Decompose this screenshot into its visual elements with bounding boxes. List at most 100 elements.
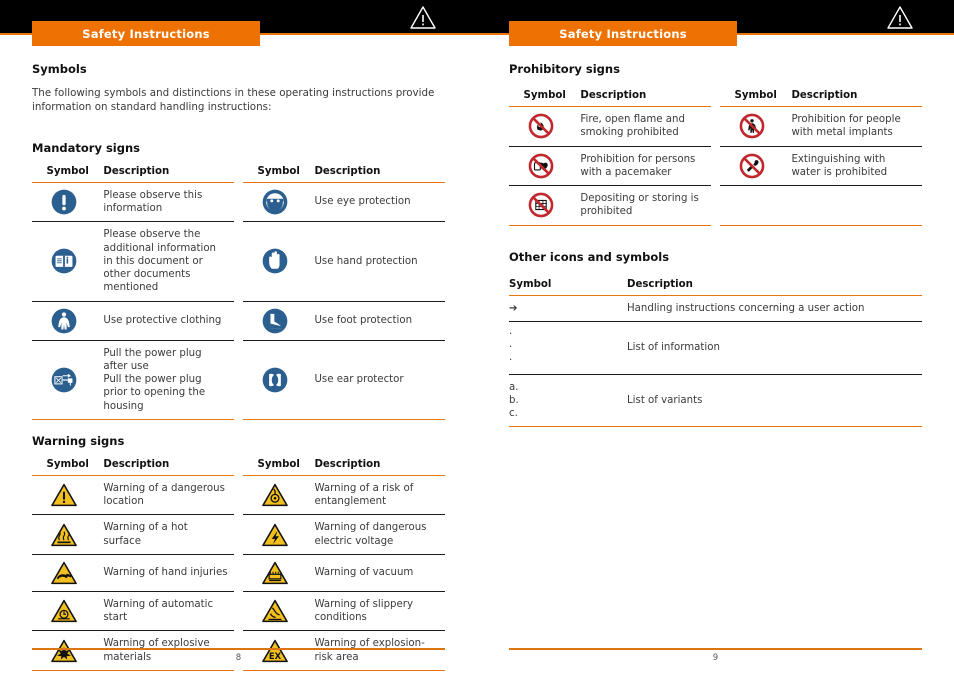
table-row: Warning of explosive materials EX Warnin… bbox=[32, 630, 445, 671]
column-gap bbox=[711, 186, 720, 226]
row-description: Extinguishing with water is prohibited bbox=[791, 146, 922, 186]
table-row: ➔ Handling instructions concerning a use… bbox=[509, 295, 922, 322]
column-gap bbox=[234, 166, 243, 183]
heading-mandatory-signs: Mandatory signs bbox=[32, 140, 141, 155]
col-header-symbol: Symbol bbox=[509, 278, 627, 296]
hand-protection-icon bbox=[243, 221, 315, 302]
column-gap bbox=[234, 459, 243, 476]
ear-protection-icon bbox=[243, 340, 315, 420]
row-description: Warning of hand injuries bbox=[103, 554, 234, 592]
heading-symbols: Symbols bbox=[32, 62, 87, 76]
no-metal-implants-icon bbox=[720, 106, 792, 147]
no-fire-no-smoking-icon bbox=[509, 106, 581, 147]
row-description: Please observe this information bbox=[103, 182, 234, 223]
table-other-icons: Symbol Description ➔ Handling instructio… bbox=[509, 278, 922, 428]
column-gap bbox=[711, 146, 720, 186]
col-header-description-1: Description bbox=[103, 165, 234, 183]
row-description: Warning of explosive materials bbox=[103, 630, 234, 671]
warning-vacuum-icon bbox=[243, 554, 315, 592]
col-header-description-1: Description bbox=[103, 458, 234, 476]
col-header-symbol-1: Symbol bbox=[509, 90, 581, 107]
table-header-row: Symbol Description Symbol Description bbox=[32, 458, 445, 476]
table-row: Depositing or storing is prohibited bbox=[509, 185, 922, 226]
table-row: Warning of automatic start Warning of sl… bbox=[32, 591, 445, 632]
col-header-symbol-1: Symbol bbox=[32, 458, 104, 476]
row-description: Use protective clothing bbox=[103, 301, 234, 341]
document-spread: Safety Instructions Symbols The followin… bbox=[0, 0, 954, 677]
col-header-description: Description bbox=[627, 278, 922, 296]
page-right-body: Prohibitory signs Symbol Description Sym… bbox=[477, 33, 954, 677]
row-description: Use foot protection bbox=[314, 301, 445, 341]
col-header-description-2: Description bbox=[314, 458, 445, 476]
row-description: Warning of slippery conditions bbox=[314, 591, 445, 632]
column-gap bbox=[711, 90, 720, 107]
col-header-symbol-2: Symbol bbox=[720, 90, 792, 107]
row-description: Warning of a risk of entanglement bbox=[314, 475, 445, 516]
warning-hand-injury-icon bbox=[32, 554, 104, 592]
warning-triangle-icon bbox=[410, 6, 436, 29]
row-description: Warning of a dangerous location bbox=[103, 475, 234, 516]
row-description bbox=[791, 185, 922, 226]
column-gap bbox=[234, 631, 243, 671]
table-row: Warning of a dangerous location Warning … bbox=[32, 475, 445, 516]
warning-slippery-icon bbox=[243, 591, 315, 632]
disconnect-mains-plug-icon bbox=[32, 340, 104, 420]
row-description: Depositing or storing is prohibited bbox=[580, 185, 711, 226]
column-gap bbox=[234, 475, 243, 515]
warning-explosion-risk-area-icon: EX bbox=[243, 630, 315, 671]
column-gap bbox=[234, 301, 243, 340]
col-header-description-2: Description bbox=[314, 165, 445, 183]
warning-triangle-icon bbox=[887, 6, 913, 29]
foot-protection-icon bbox=[243, 301, 315, 341]
column-gap bbox=[234, 182, 243, 222]
warning-explosive-materials-icon bbox=[32, 630, 104, 671]
page-folio-right: 9 bbox=[712, 653, 719, 663]
table-warning-signs: Symbol Description Symbol Description Wa… bbox=[32, 458, 445, 671]
table-row: · · · List of information bbox=[509, 321, 922, 375]
row-description: Handling instructions concerning a user … bbox=[627, 295, 922, 322]
column-gap bbox=[234, 591, 243, 631]
heading-warning-signs: Warning signs bbox=[32, 433, 125, 448]
col-header-symbol-1: Symbol bbox=[32, 165, 104, 183]
arrow-bullet-icon: ➔ bbox=[509, 295, 627, 322]
table-row: Warning of a hot surface Warning of dang… bbox=[32, 514, 445, 555]
warning-hot-surface-icon bbox=[32, 514, 104, 555]
page-right: Safety Instructions Prohibitory signs Sy… bbox=[477, 0, 954, 677]
table-row: Please observe this information Use eye … bbox=[32, 182, 445, 223]
row-description: Use eye protection bbox=[314, 182, 445, 223]
page-left-body: Symbols The following symbols and distin… bbox=[0, 33, 477, 677]
page-left: Safety Instructions Symbols The followin… bbox=[0, 0, 477, 677]
heading-prohibitory-signs: Prohibitory signs bbox=[509, 62, 620, 76]
table-row: a. b. c. List of variants bbox=[509, 374, 922, 428]
column-gap bbox=[234, 515, 243, 555]
row-description: Prohibition for persons with a pacemaker bbox=[580, 146, 711, 186]
col-header-description-2: Description bbox=[791, 90, 922, 107]
refer-to-manual-icon bbox=[32, 221, 104, 302]
row-description: Use ear protector bbox=[314, 340, 445, 420]
table-row: Prohibition for persons with a pacemaker bbox=[509, 146, 922, 186]
row-description: Please observe the additional informatio… bbox=[103, 221, 234, 302]
no-depositing-storing-icon bbox=[509, 185, 581, 226]
row-description: Warning of vacuum bbox=[314, 554, 445, 592]
row-description: Pull the power plug after use Pull the p… bbox=[103, 340, 234, 420]
column-gap bbox=[234, 340, 243, 419]
table-row: Please observe the additional informatio… bbox=[32, 221, 445, 302]
no-pacemaker-icon bbox=[509, 146, 581, 186]
table-mandatory-signs: Symbol Description Symbol Description Pl… bbox=[32, 165, 445, 420]
warning-general-hazard-icon bbox=[32, 475, 104, 516]
footer-rule-right bbox=[509, 648, 922, 650]
page-folio-left: 8 bbox=[235, 653, 242, 663]
row-description: List of information bbox=[627, 321, 922, 375]
table-row: Use protective clothing Use foot protect… bbox=[32, 301, 445, 341]
col-header-description-1: Description bbox=[580, 90, 711, 107]
protective-clothing-icon bbox=[32, 301, 104, 341]
row-description: Fire, open flame and smoking prohibited bbox=[580, 106, 711, 147]
table-row: Pull the power plug after use Pull the p… bbox=[32, 340, 445, 420]
column-gap bbox=[711, 107, 720, 147]
row-description: List of variants bbox=[627, 374, 922, 428]
table-row: Fire, open flame and smoking prohibited bbox=[509, 106, 922, 147]
table-row: Warning of hand injuries Warning of vacu… bbox=[32, 554, 445, 592]
warning-electric-voltage-icon bbox=[243, 514, 315, 555]
table-header-row: Symbol Description bbox=[509, 278, 922, 296]
mandatory-information-icon bbox=[32, 182, 104, 223]
